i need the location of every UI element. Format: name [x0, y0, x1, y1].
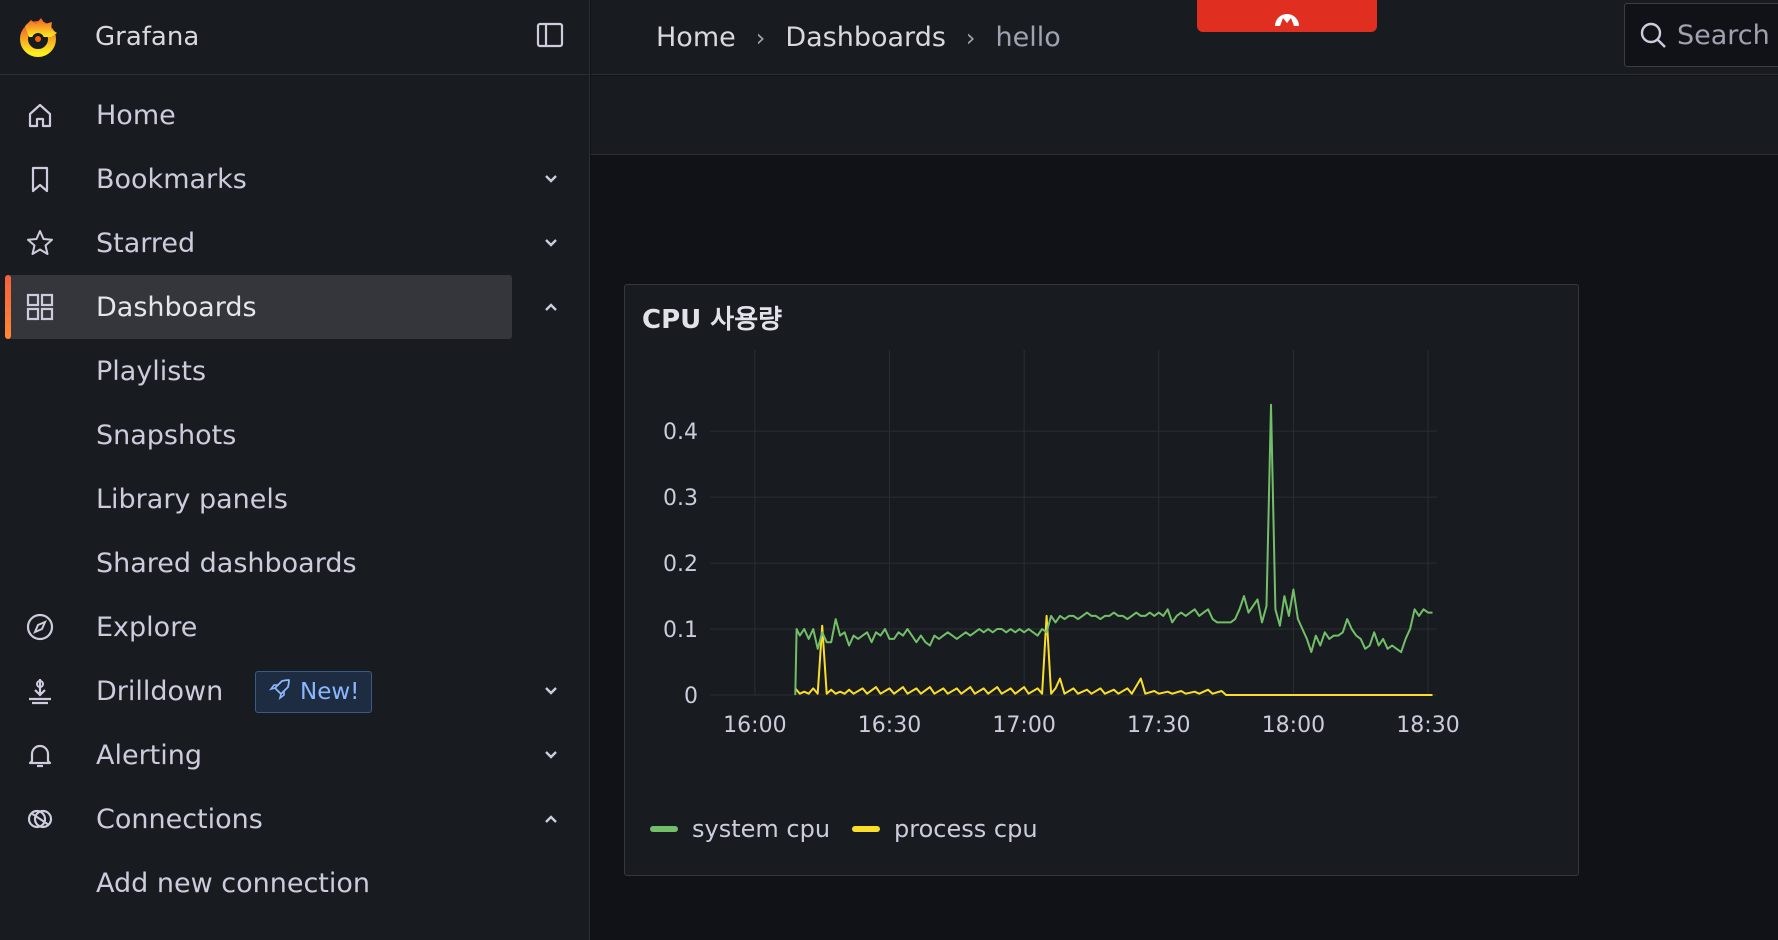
- legend-swatch: [650, 826, 678, 832]
- series-line-process-cpu: [794, 614, 1433, 696]
- legend-swatch: [852, 826, 881, 832]
- chevron-down-icon[interactable]: [538, 742, 564, 768]
- sidebar-item-playlists[interactable]: Playlists: [0, 339, 589, 403]
- extension-logo-icon: [1275, 14, 1299, 26]
- y-tick-label: 0.4: [663, 420, 698, 445]
- x-tick-label: 16:00: [723, 713, 786, 738]
- x-tick-label: 17:30: [1127, 713, 1190, 738]
- x-tick-label: 18:30: [1396, 713, 1459, 738]
- sidebar-item-label: Starred: [96, 227, 196, 259]
- sidebar-item-label: Explore: [96, 611, 198, 643]
- sidebar-item-label: Dashboards: [96, 291, 257, 323]
- sidebar-item-explore[interactable]: Explore: [0, 595, 589, 659]
- search-bar[interactable]: Search: [1624, 3, 1778, 67]
- legend-label: process cpu: [894, 815, 1038, 843]
- chevron-up-icon[interactable]: [538, 806, 564, 832]
- breadcrumb-separator-icon: ›: [965, 23, 976, 52]
- nav-menu: Home Bookmarks Starred Dashboards Playlists S…: [0, 75, 589, 915]
- chart-legend: system cpu process cpu: [650, 815, 1038, 843]
- sidebar-item-shared-dashboards[interactable]: Shared dashboards: [0, 531, 589, 595]
- home-icon: [22, 97, 58, 133]
- sidebar-item-add-new-connection[interactable]: Add new connection: [0, 851, 589, 915]
- sidebar-item-drilldown[interactable]: Drilldown New!: [0, 659, 589, 723]
- sidebar-item-label: Snapshots: [96, 419, 237, 451]
- series-line-system-cpu: [794, 403, 1433, 696]
- sidebar-item-label: Home: [96, 99, 176, 131]
- chevron-down-icon[interactable]: [538, 166, 564, 192]
- dashboard-toolbar: [591, 76, 1778, 155]
- chevron-up-icon[interactable]: [538, 294, 564, 320]
- breadcrumb: Home › Dashboards › hello: [656, 0, 1061, 75]
- bell-icon: [22, 737, 58, 773]
- connections-icon: [22, 801, 58, 837]
- x-tick-label: 17:00: [992, 713, 1055, 738]
- star-icon: [22, 225, 58, 261]
- bookmark-icon: [22, 161, 58, 197]
- sidebar-item-library-panels[interactable]: Library panels: [0, 467, 589, 531]
- breadcrumb-dashboards[interactable]: Dashboards: [785, 22, 946, 53]
- y-tick-label: 0.2: [663, 552, 698, 577]
- active-highlight: [6, 275, 512, 339]
- sidebar-item-label: Add new connection: [96, 867, 371, 899]
- sidebar-item-label: Connections: [96, 803, 263, 835]
- sidebar-item-home[interactable]: Home: [0, 83, 589, 147]
- chevron-down-icon[interactable]: [538, 230, 564, 256]
- x-tick-label: 18:00: [1262, 713, 1325, 738]
- compass-icon: [22, 609, 58, 645]
- legend-item-system-cpu[interactable]: system cpu: [650, 815, 830, 843]
- search-placeholder: Search: [1677, 19, 1770, 51]
- legend-label: system cpu: [692, 815, 831, 843]
- breadcrumb-separator-icon: ›: [755, 23, 766, 52]
- dock-menu-icon[interactable]: [534, 19, 566, 51]
- sidebar-item-starred[interactable]: Starred: [0, 211, 589, 275]
- cpu-panel[interactable]: CPU 사용량 0 0.1 0.2 0.3 0.4 16:00 16:30 17:00 17:3…: [624, 284, 1579, 876]
- sidebar-item-snapshots[interactable]: Snapshots: [0, 403, 589, 467]
- sidebar-item-bookmarks[interactable]: Bookmarks: [0, 147, 589, 211]
- sidebar-item-label: Alerting: [96, 739, 203, 771]
- search-icon: [1640, 22, 1666, 48]
- app-name: Grafana: [95, 22, 200, 52]
- legend-item-process-cpu[interactable]: process cpu: [852, 815, 1038, 843]
- top-bar: Home › Dashboards › hello Search: [591, 0, 1778, 75]
- y-tick-label: 0.3: [663, 486, 698, 511]
- extension-tab[interactable]: [1197, 0, 1377, 32]
- x-tick-label: 16:30: [858, 713, 921, 738]
- apps-icon: [22, 289, 58, 325]
- badge-label: New!: [300, 679, 360, 705]
- active-indicator: [5, 275, 11, 339]
- new-badge: New!: [255, 671, 373, 713]
- sidebar-item-label: Playlists: [96, 355, 207, 387]
- sidebar-item-label: Bookmarks: [96, 163, 247, 195]
- cpu-chart[interactable]: 0 0.1 0.2 0.3 0.4 16:00 16:30 17:00 17:30 18:00 18…: [625, 285, 1580, 877]
- sidebar-item-connections[interactable]: Connections: [0, 787, 589, 851]
- grafana-logo-icon[interactable]: [15, 14, 61, 60]
- sidebar-item-label: Drilldown: [96, 675, 224, 707]
- breadcrumb-current: hello: [995, 22, 1061, 53]
- sidebar-item-dashboards[interactable]: Dashboards: [0, 275, 589, 339]
- chevron-down-icon[interactable]: [538, 678, 564, 704]
- rocket-icon: [268, 677, 292, 707]
- breadcrumb-home[interactable]: Home: [656, 22, 736, 53]
- sidebar-item-alerting[interactable]: Alerting: [0, 723, 589, 787]
- sidebar-item-label: Shared dashboards: [96, 547, 357, 579]
- y-tick-label: 0.1: [663, 618, 698, 643]
- sidebar: Grafana Home Bookmarks Starred Dashboards Pl…: [0, 0, 590, 940]
- y-tick-label: 0: [684, 684, 698, 709]
- drilldown-icon: [22, 673, 58, 709]
- sidebar-item-label: Library panels: [96, 483, 288, 515]
- sidebar-header: Grafana: [0, 0, 589, 75]
